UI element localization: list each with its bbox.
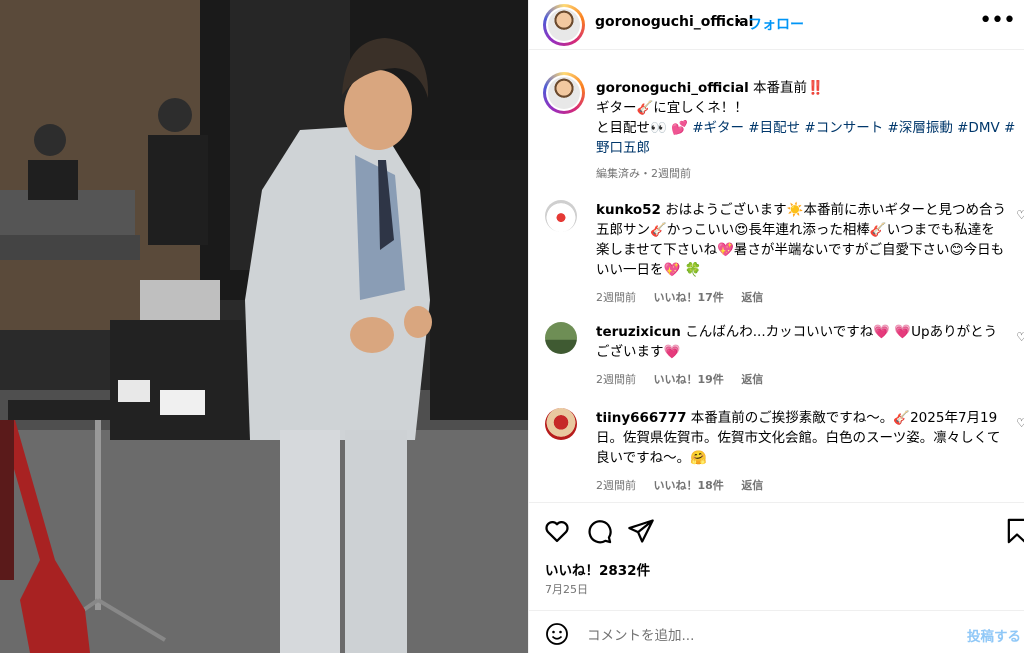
comment-time: 2週間前: [596, 291, 636, 304]
comment-time: 2週間前: [596, 373, 636, 386]
like-comment-heart-icon[interactable]: ♡: [1016, 208, 1024, 222]
header-dot: •: [734, 14, 743, 30]
comment-username[interactable]: kunko52: [596, 202, 661, 218]
comment-avatar[interactable]: [545, 408, 577, 440]
profile-avatar[interactable]: [543, 4, 585, 46]
caption-line1: 本番直前‼️: [753, 80, 824, 96]
caption-username[interactable]: goronoguchi_official: [596, 80, 749, 96]
caption-meta: 編集済み・2週間前: [596, 167, 691, 180]
caption-line3: と目配せ👀 💕: [596, 120, 693, 136]
comment-avatar[interactable]: [545, 322, 577, 354]
bookmark-icon[interactable]: [1003, 517, 1024, 545]
caption-avatar[interactable]: [543, 72, 585, 114]
post-photo[interactable]: [0, 0, 528, 653]
photo-illustration: [0, 0, 528, 653]
like-heart-icon[interactable]: [543, 517, 571, 545]
comment-input[interactable]: コメントを追加...: [587, 624, 694, 644]
comment-likes[interactable]: いいね！18件: [654, 479, 724, 492]
post-date: 7月25日: [545, 583, 588, 596]
share-send-icon[interactable]: [627, 517, 655, 545]
comment-likes[interactable]: いいね！19件: [654, 373, 724, 386]
comment-likes[interactable]: いいね！17件: [654, 291, 724, 304]
header-username[interactable]: goronoguchi_official: [595, 14, 753, 30]
comment-time: 2週間前: [596, 479, 636, 492]
post-comment-button[interactable]: 投稿する: [967, 625, 1021, 645]
follow-button[interactable]: フォロー: [748, 14, 804, 34]
post-header: goronoguchi_official • フォロー •••: [529, 0, 1024, 50]
comment-bubble-icon[interactable]: [585, 517, 613, 545]
post-actions: いいね！2832件 7月25日: [529, 502, 1024, 610]
comment-username[interactable]: tiiny666777: [596, 410, 686, 426]
emoji-icon[interactable]: [545, 622, 569, 646]
like-comment-heart-icon[interactable]: ♡: [1016, 416, 1024, 430]
likes-count[interactable]: いいね！2832件: [545, 559, 650, 579]
more-options-icon[interactable]: •••: [979, 10, 1016, 32]
comment-username[interactable]: teruzixicun: [596, 324, 681, 340]
reply-button[interactable]: 返信: [741, 373, 763, 386]
caption-line2: ギター🎸に宜しくネ！！: [596, 100, 748, 116]
reply-button[interactable]: 返信: [741, 291, 763, 304]
like-comment-heart-icon[interactable]: ♡: [1016, 330, 1024, 344]
post-detail-pane: goronoguchi_official • フォロー ••• goronogu…: [528, 0, 1024, 653]
comment-avatar[interactable]: [545, 200, 577, 232]
comment-composer: コメントを追加... 投稿する: [529, 610, 1024, 653]
comments-list[interactable]: goronoguchi_official 本番直前‼️ ギター🎸に宜しくネ！！ …: [529, 60, 1024, 502]
reply-button[interactable]: 返信: [741, 479, 763, 492]
